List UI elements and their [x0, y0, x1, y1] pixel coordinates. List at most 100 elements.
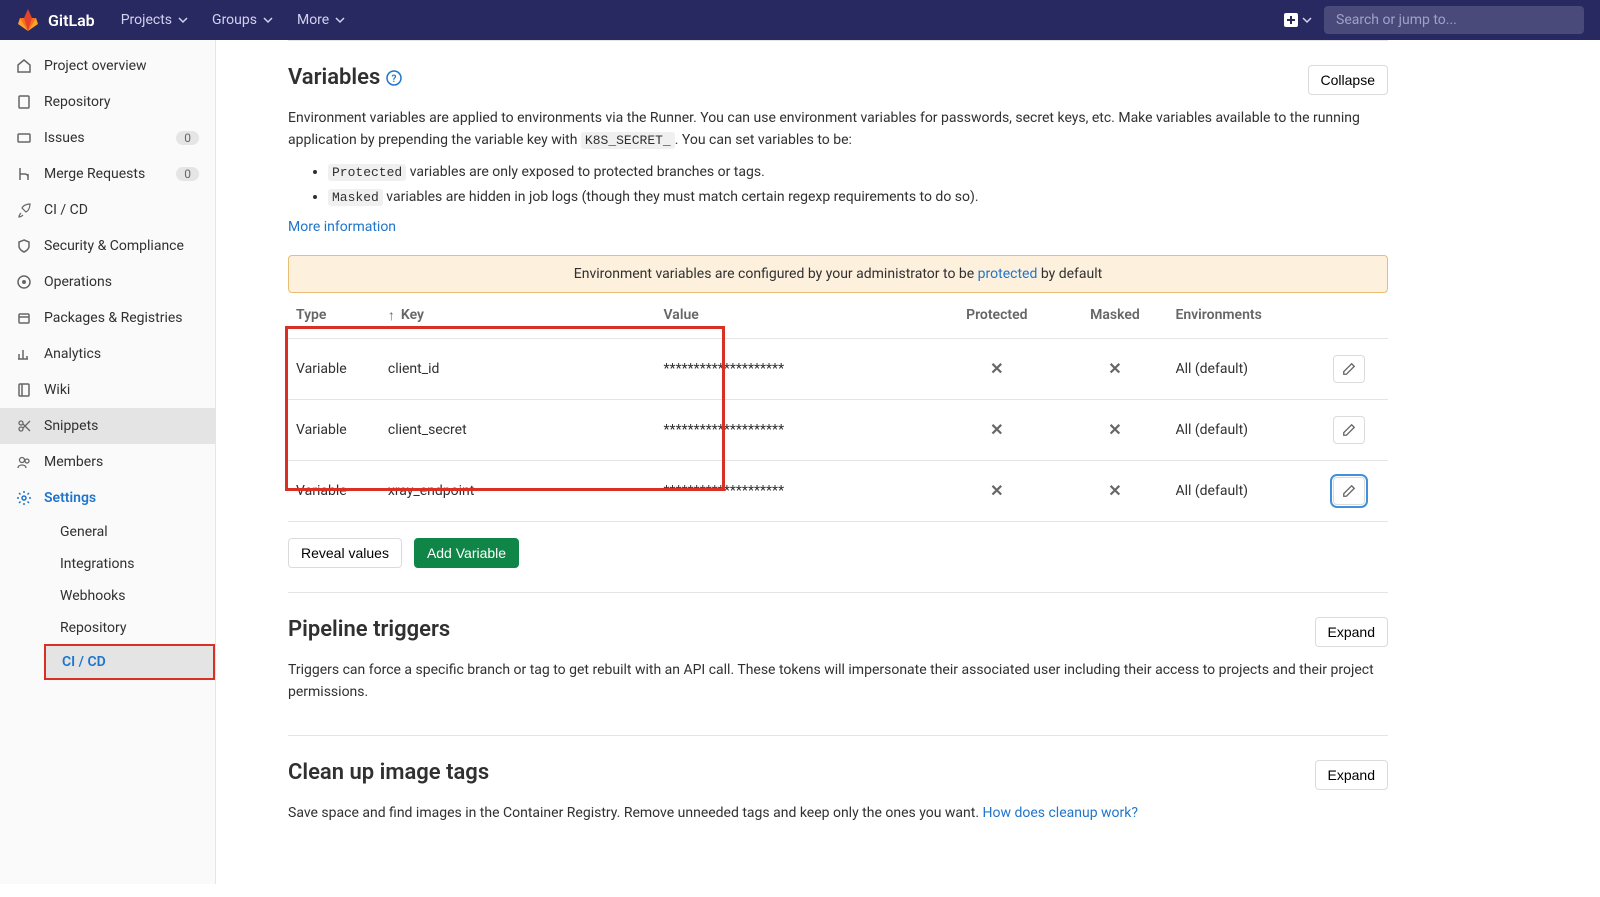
cell-type: Variable — [288, 338, 380, 399]
edit-button[interactable] — [1333, 477, 1365, 505]
pencil-icon — [1342, 362, 1356, 376]
cell-key: xray_endpoint — [380, 460, 656, 521]
pencil-icon — [1342, 423, 1356, 437]
chevron-down-icon — [178, 15, 188, 25]
sidebar-item-wiki[interactable]: Wiki — [0, 372, 215, 408]
header-right: Search or jump to... — [1284, 6, 1584, 34]
x-icon: ✕ — [1108, 420, 1121, 439]
sidebar-sub-cicd[interactable]: CI / CD — [44, 644, 215, 680]
add-variable-button[interactable]: Add Variable — [414, 538, 519, 568]
cell-env: All (default) — [1167, 460, 1325, 521]
variables-section: Variables ? Collapse Environment variabl… — [288, 40, 1388, 592]
triggers-title: Pipeline triggers — [288, 617, 450, 642]
pencil-icon — [1342, 484, 1356, 498]
gitlab-logo[interactable]: GitLab — [16, 8, 95, 32]
sidebar-sub-integrations[interactable]: Integrations — [44, 548, 215, 580]
sidebar-item-cicd[interactable]: CI / CD — [0, 192, 215, 228]
brand-text: GitLab — [48, 11, 95, 30]
x-icon: ✕ — [1108, 481, 1121, 500]
file-icon — [16, 94, 32, 110]
th-envs[interactable]: Environments — [1167, 293, 1325, 339]
protected-link[interactable]: protected — [978, 266, 1038, 282]
gitlab-icon — [16, 8, 40, 32]
sidebar-item-snippets[interactable]: Snippets — [0, 408, 215, 444]
chart-icon — [16, 346, 32, 362]
variable-row: Variableclient_secret*******************… — [288, 399, 1388, 460]
cleanup-link[interactable]: How does cleanup work? — [983, 805, 1138, 821]
members-icon — [16, 454, 32, 470]
variable-row: Variableclient_id********************✕✕A… — [288, 338, 1388, 399]
triggers-expand-button[interactable]: Expand — [1315, 617, 1388, 647]
cell-key: client_id — [380, 338, 656, 399]
th-protected[interactable]: Protected — [931, 293, 1062, 339]
variables-title: Variables ? — [288, 65, 402, 90]
variables-bullets: Protected variables are only exposed to … — [288, 160, 1388, 210]
variables-desc: Environment variables are applied to env… — [288, 107, 1388, 152]
edit-button[interactable] — [1333, 416, 1365, 444]
sidebar-item-merge-requests[interactable]: Merge Requests0 — [0, 156, 215, 192]
x-icon: ✕ — [990, 359, 1003, 378]
reveal-values-button[interactable]: Reveal values — [288, 538, 402, 568]
shield-icon — [16, 238, 32, 254]
merge-icon — [16, 166, 32, 182]
settings-submenu: General Integrations Webhooks Repository… — [0, 516, 215, 680]
variables-table: Type ↑ Key Value Protected Masked Enviro… — [288, 293, 1388, 522]
sidebar-item-operations[interactable]: Operations — [0, 264, 215, 300]
th-type[interactable]: Type — [288, 293, 380, 339]
sidebar-item-issues[interactable]: Issues0 — [0, 120, 215, 156]
nav-projects[interactable]: Projects — [111, 6, 198, 34]
th-masked[interactable]: Masked — [1062, 293, 1167, 339]
cell-value: ******************** — [656, 338, 932, 399]
collapse-button[interactable]: Collapse — [1308, 65, 1388, 95]
home-icon — [16, 58, 32, 74]
package-icon — [16, 310, 32, 326]
sidebar-item-analytics[interactable]: Analytics — [0, 336, 215, 372]
sidebar-sub-repository[interactable]: Repository — [44, 612, 215, 644]
sidebar: Project overview Repository Issues0 Merg… — [0, 40, 216, 884]
more-info-link[interactable]: More information — [288, 219, 396, 235]
rocket-icon — [16, 202, 32, 218]
chevron-down-icon — [263, 15, 273, 25]
plus-menu[interactable] — [1284, 13, 1312, 27]
search-input[interactable]: Search or jump to... — [1324, 6, 1584, 34]
cell-type: Variable — [288, 460, 380, 521]
plus-icon — [1284, 13, 1298, 27]
th-key[interactable]: ↑ Key — [380, 293, 656, 339]
cleanup-expand-button[interactable]: Expand — [1315, 760, 1388, 790]
x-icon: ✕ — [1108, 359, 1121, 378]
nav-groups[interactable]: Groups — [202, 6, 283, 34]
cleanup-section: Clean up image tags Expand Save space an… — [288, 735, 1388, 856]
main-content: Variables ? Collapse Environment variabl… — [216, 40, 1460, 897]
operations-icon — [16, 274, 32, 290]
sidebar-sub-general[interactable]: General — [44, 516, 215, 548]
sidebar-item-settings[interactable]: Settings — [0, 480, 215, 516]
cleanup-title: Clean up image tags — [288, 760, 489, 785]
x-icon: ✕ — [990, 481, 1003, 500]
triggers-desc: Triggers can force a specific branch or … — [288, 659, 1388, 704]
th-value[interactable]: Value — [656, 293, 932, 339]
cell-type: Variable — [288, 399, 380, 460]
cell-value: ******************** — [656, 460, 932, 521]
chevron-down-icon — [335, 15, 345, 25]
sidebar-item-project-overview[interactable]: Project overview — [0, 48, 215, 84]
gear-icon — [16, 490, 32, 506]
svg-text:?: ? — [392, 74, 397, 85]
protected-alert: Environment variables are configured by … — [288, 255, 1388, 293]
cell-env: All (default) — [1167, 399, 1325, 460]
scissors-icon — [16, 418, 32, 434]
nav-more[interactable]: More — [287, 6, 355, 34]
book-icon — [16, 382, 32, 398]
topnav: Projects Groups More — [111, 6, 356, 34]
sidebar-item-packages[interactable]: Packages & Registries — [0, 300, 215, 336]
edit-button[interactable] — [1333, 355, 1365, 383]
issues-badge: 0 — [176, 131, 199, 145]
help-icon[interactable]: ? — [386, 70, 402, 86]
sidebar-item-repository[interactable]: Repository — [0, 84, 215, 120]
sidebar-sub-webhooks[interactable]: Webhooks — [44, 580, 215, 612]
chevron-down-icon — [1302, 15, 1312, 25]
x-icon: ✕ — [990, 420, 1003, 439]
cell-key: client_secret — [380, 399, 656, 460]
issues-icon — [16, 130, 32, 146]
sidebar-item-security[interactable]: Security & Compliance — [0, 228, 215, 264]
sidebar-item-members[interactable]: Members — [0, 444, 215, 480]
